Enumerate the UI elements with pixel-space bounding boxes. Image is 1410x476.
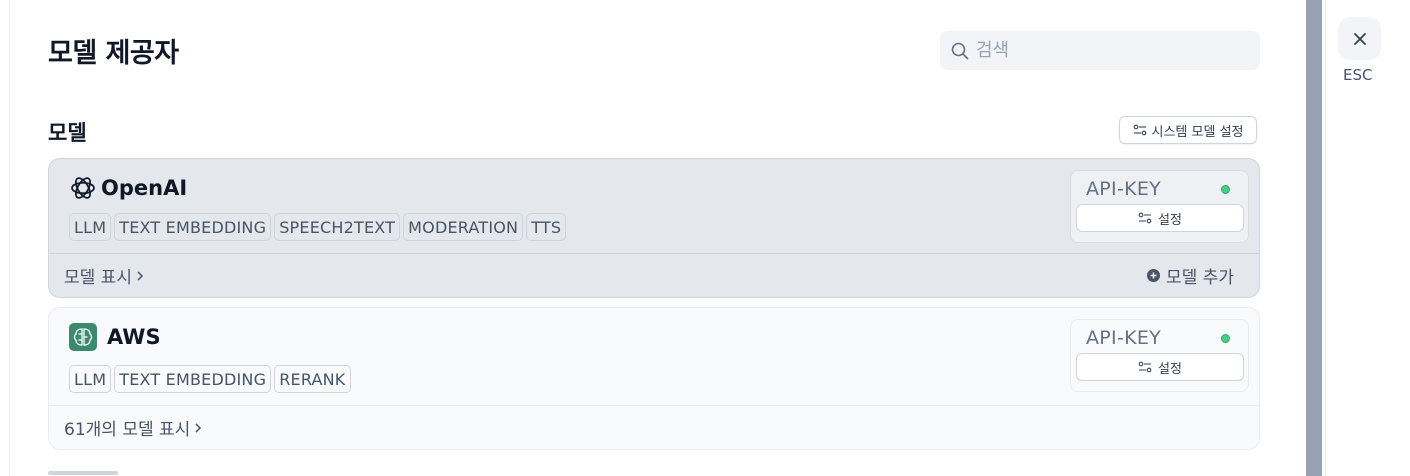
provider-card-header: AWS LLM TEXT EMBEDDING RERANK API-KEY 설정 (49, 308, 1259, 406)
search-icon (951, 42, 969, 60)
add-model-label: 모델 추가 (1166, 268, 1234, 288)
aws-brain-logo-icon (69, 323, 97, 351)
provider-card-aws[interactable]: AWS LLM TEXT EMBEDDING RERANK API-KEY 설정… (48, 307, 1260, 450)
model-type-tag: TEXT EMBEDDING (114, 213, 272, 241)
model-type-tag: TEXT EMBEDDING (114, 365, 272, 393)
search-input[interactable] (976, 31, 1246, 70)
sliders-icon (1138, 361, 1152, 373)
system-model-settings-label: 시스템 모델 설정 (1151, 124, 1244, 140)
model-type-tag: MODERATION (403, 213, 524, 241)
provider-card-footer: 61개의 모델 표시 (49, 405, 1259, 449)
esc-label: ESC (1343, 66, 1373, 84)
openai-logo-icon (71, 177, 95, 199)
model-type-tag: LLM (69, 365, 112, 393)
model-provider-panel: 모델 제공자 모델 시스템 모델 설정 (0, 0, 1298, 476)
side-divider (1325, 0, 1326, 476)
api-key-label: API-KEY (1086, 178, 1162, 200)
show-models-label: 모델 표시 (64, 268, 132, 288)
next-section-title-cutoff (48, 466, 128, 476)
api-key-label: API-KEY (1086, 327, 1162, 349)
provider-card-openai[interactable]: OpenAI LLM TEXT EMBEDDING SPEECH2TEXT MO… (48, 158, 1260, 298)
provider-settings-button[interactable]: 설정 (1076, 204, 1244, 232)
model-type-tags: LLM TEXT EMBEDDING SPEECH2TEXT MODERATIO… (69, 213, 567, 241)
system-model-settings-button[interactable]: 시스템 모델 설정 (1119, 116, 1257, 144)
show-models-link[interactable]: 61개의 모델 표시 (64, 415, 202, 440)
section-title-models: 모델 (48, 121, 87, 145)
provider-settings-button[interactable]: 설정 (1076, 353, 1244, 381)
scrollbar[interactable] (1306, 0, 1322, 476)
status-indicator (1221, 334, 1230, 343)
provider-brand: AWS (69, 323, 161, 351)
provider-brand: OpenAI (69, 174, 187, 202)
sliders-icon (1133, 124, 1146, 136)
model-type-tag: TTS (526, 213, 567, 241)
status-indicator (1221, 185, 1230, 194)
settings-label: 설정 (1158, 212, 1182, 228)
api-key-panel: API-KEY 설정 (1070, 319, 1249, 392)
provider-name: AWS (107, 325, 161, 349)
chevron-right-icon (137, 270, 144, 281)
show-models-label: 61개의 모델 표시 (64, 420, 191, 440)
sliders-icon (1138, 212, 1152, 224)
provider-name: OpenAI (101, 176, 188, 200)
model-type-tag: SPEECH2TEXT (274, 213, 401, 241)
close-icon (1353, 32, 1366, 45)
provider-card-header: OpenAI LLM TEXT EMBEDDING SPEECH2TEXT MO… (49, 159, 1259, 254)
model-type-tag: RERANK (274, 365, 351, 393)
settings-label: 설정 (1158, 361, 1182, 377)
model-type-tags: LLM TEXT EMBEDDING RERANK (69, 365, 351, 393)
panel-left-border (9, 0, 10, 476)
page-title: 모델 제공자 (48, 38, 179, 69)
api-key-panel: API-KEY 설정 (1070, 170, 1249, 243)
chevron-right-icon (195, 422, 202, 433)
provider-card-footer: 모델 표시 모델 추가 (49, 253, 1259, 297)
search-box[interactable] (940, 31, 1260, 70)
show-models-link[interactable]: 모델 표시 (64, 263, 144, 288)
close-button[interactable] (1338, 17, 1381, 60)
add-model-button[interactable]: 모델 추가 (1147, 263, 1234, 288)
plus-circle-icon (1147, 269, 1161, 282)
model-type-tag: LLM (69, 213, 112, 241)
